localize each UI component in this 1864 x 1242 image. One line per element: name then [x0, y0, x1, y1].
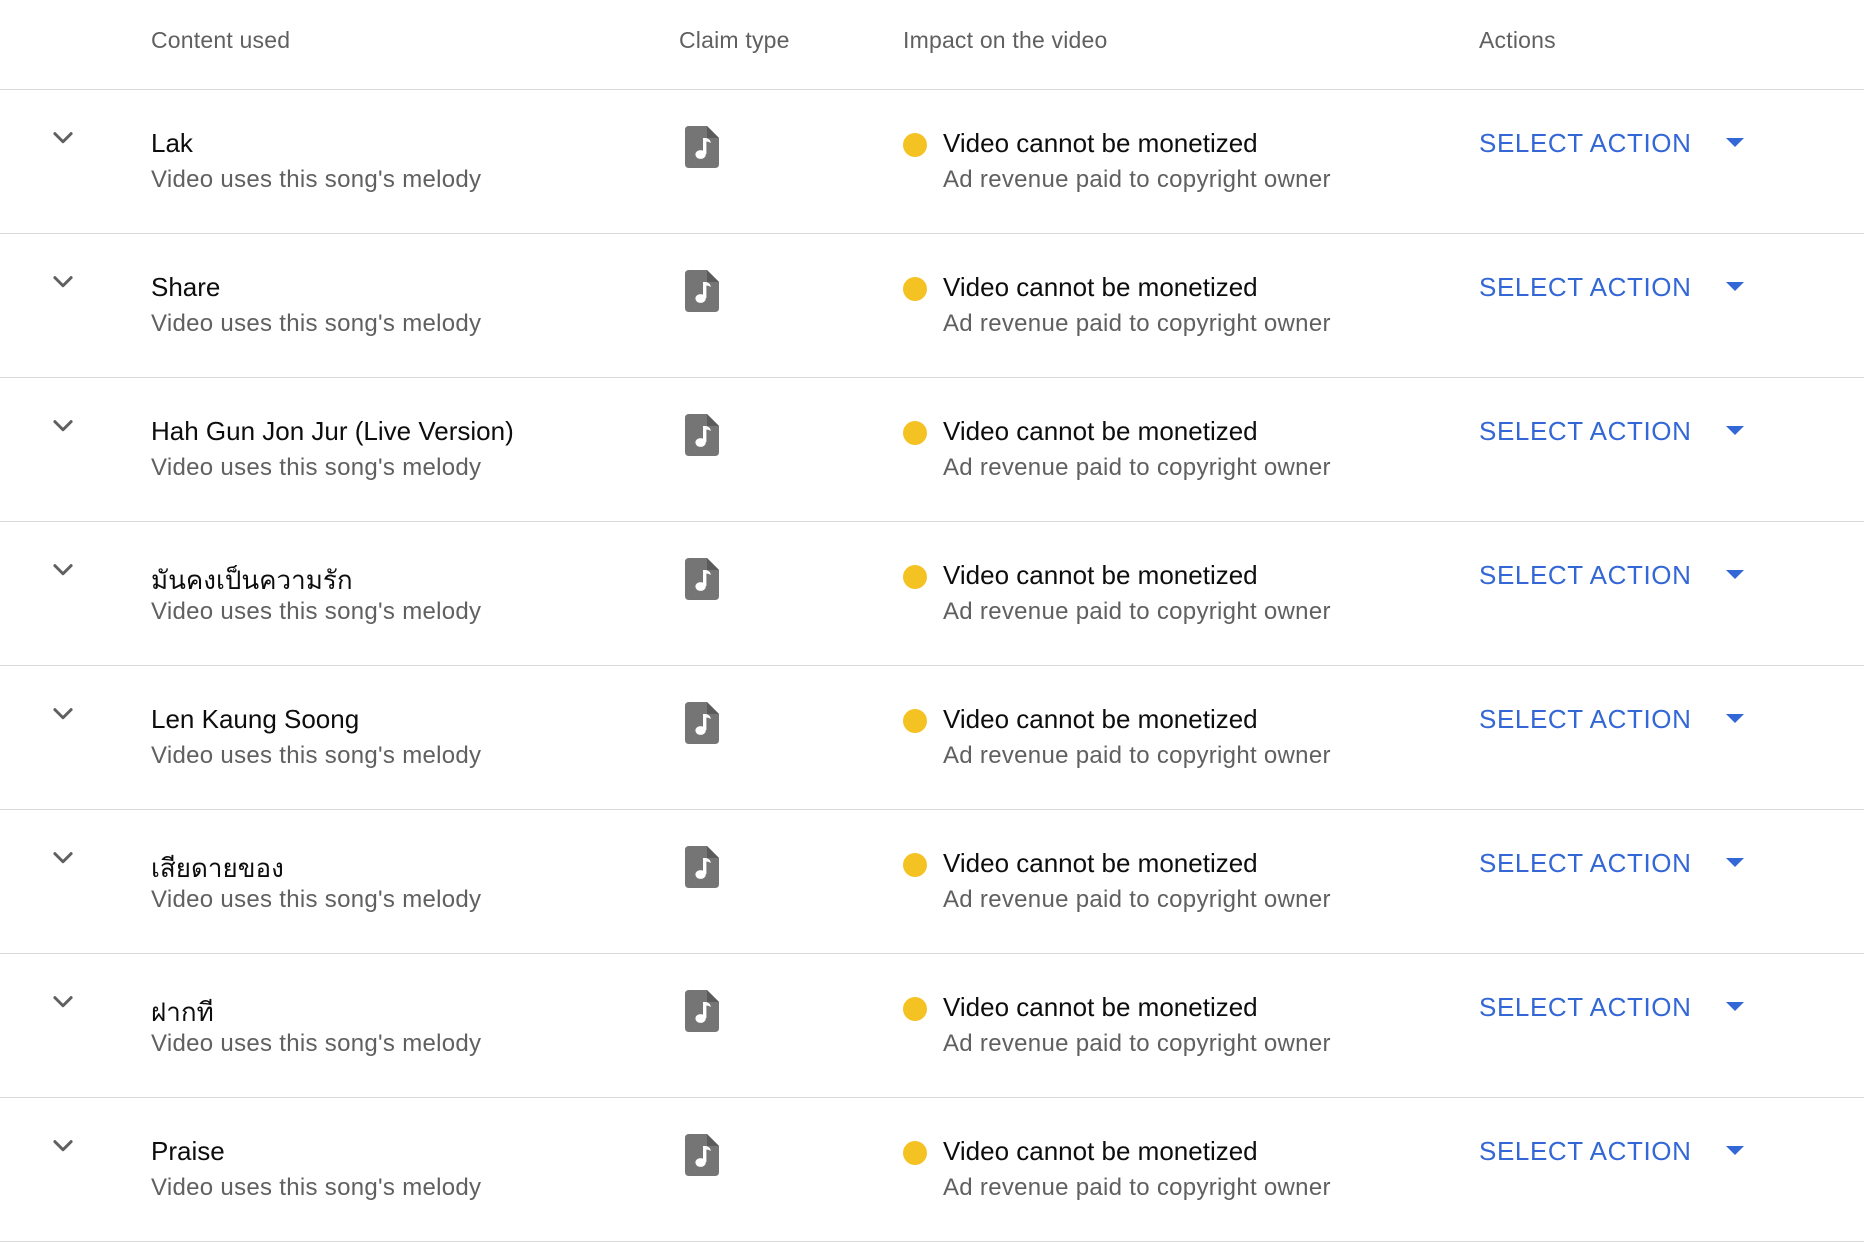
- song-title: Hah Gun Jon Jur (Live Version): [151, 416, 514, 446]
- impact-detail: Ad revenue paid to copyright owner: [943, 598, 1331, 625]
- impact-detail: Ad revenue paid to copyright owner: [943, 1174, 1331, 1201]
- caret-down-icon: [1725, 426, 1744, 435]
- chevron-down-icon[interactable]: [48, 411, 78, 441]
- song-title: มันคงเป็นความรัก: [151, 565, 353, 595]
- table-header: Content used Claim type Impact on the vi…: [0, 0, 1864, 90]
- music-file-icon: [685, 270, 719, 312]
- impact-detail: Ad revenue paid to copyright owner: [943, 742, 1331, 769]
- caret-down-icon: [1725, 138, 1744, 147]
- music-file-icon: [685, 990, 719, 1032]
- song-title: Praise: [151, 1136, 225, 1166]
- song-title: Lak: [151, 128, 193, 158]
- caret-down-icon: [1725, 858, 1744, 867]
- chevron-down-icon[interactable]: [48, 123, 78, 153]
- table-body: Lak Video uses this song's melody Video …: [0, 90, 1864, 1242]
- claims-table: Content used Claim type Impact on the vi…: [0, 0, 1864, 1242]
- status-dot: [903, 421, 927, 445]
- table-row: เสียดายของ Video uses this song's melody…: [0, 810, 1864, 954]
- impact-detail: Ad revenue paid to copyright owner: [943, 454, 1331, 481]
- select-action-button[interactable]: SELECT ACTION: [1479, 840, 1746, 886]
- column-header-content-used: Content used: [151, 27, 291, 53]
- chevron-down-icon[interactable]: [48, 1131, 78, 1161]
- select-action-label: SELECT ACTION: [1479, 703, 1692, 734]
- impact-status: Video cannot be monetized: [943, 128, 1258, 158]
- impact-status: Video cannot be monetized: [943, 272, 1258, 302]
- chevron-down-icon[interactable]: [48, 987, 78, 1017]
- music-file-icon: [685, 126, 719, 168]
- chevron-down-icon[interactable]: [48, 555, 78, 585]
- select-action-button[interactable]: SELECT ACTION: [1479, 1128, 1746, 1174]
- impact-status: Video cannot be monetized: [943, 1136, 1258, 1166]
- table-row: ฝากที Video uses this song's melody Vide…: [0, 954, 1864, 1098]
- music-file-icon: [685, 558, 719, 600]
- table-row: มันคงเป็นความรัก Video uses this song's …: [0, 522, 1864, 666]
- song-usage: Video uses this song's melody: [151, 310, 482, 337]
- table-row: Praise Video uses this song's melody Vid…: [0, 1098, 1864, 1242]
- column-header-claim-type: Claim type: [679, 27, 790, 53]
- column-header-actions: Actions: [1479, 27, 1556, 53]
- select-action-label: SELECT ACTION: [1479, 415, 1692, 446]
- caret-down-icon: [1725, 1146, 1744, 1155]
- select-action-label: SELECT ACTION: [1479, 847, 1692, 878]
- impact-detail: Ad revenue paid to copyright owner: [943, 310, 1331, 337]
- song-usage: Video uses this song's melody: [151, 166, 482, 193]
- song-title: เสียดายของ: [151, 853, 284, 883]
- impact-status: Video cannot be monetized: [943, 992, 1258, 1022]
- caret-down-icon: [1725, 282, 1744, 291]
- table-row: Hah Gun Jon Jur (Live Version) Video use…: [0, 378, 1864, 522]
- status-dot: [903, 565, 927, 589]
- song-usage: Video uses this song's melody: [151, 742, 482, 769]
- chevron-down-icon[interactable]: [48, 843, 78, 873]
- impact-detail: Ad revenue paid to copyright owner: [943, 1030, 1331, 1057]
- select-action-label: SELECT ACTION: [1479, 127, 1692, 158]
- chevron-down-icon[interactable]: [48, 699, 78, 729]
- caret-down-icon: [1725, 1002, 1744, 1011]
- status-dot: [903, 853, 927, 877]
- select-action-button[interactable]: SELECT ACTION: [1479, 696, 1746, 742]
- impact-status: Video cannot be monetized: [943, 704, 1258, 734]
- music-file-icon: [685, 846, 719, 888]
- column-header-impact: Impact on the video: [903, 27, 1108, 53]
- song-title: ฝากที: [151, 997, 214, 1027]
- caret-down-icon: [1725, 570, 1744, 579]
- song-usage: Video uses this song's melody: [151, 886, 482, 913]
- impact-detail: Ad revenue paid to copyright owner: [943, 886, 1331, 913]
- status-dot: [903, 997, 927, 1021]
- select-action-button[interactable]: SELECT ACTION: [1479, 984, 1746, 1030]
- impact-status: Video cannot be monetized: [943, 416, 1258, 446]
- select-action-label: SELECT ACTION: [1479, 559, 1692, 590]
- chevron-down-icon[interactable]: [48, 267, 78, 297]
- song-title: Len Kaung Soong: [151, 704, 360, 734]
- song-title: Share: [151, 272, 221, 302]
- impact-detail: Ad revenue paid to copyright owner: [943, 166, 1331, 193]
- select-action-label: SELECT ACTION: [1479, 991, 1692, 1022]
- select-action-label: SELECT ACTION: [1479, 1135, 1692, 1166]
- status-dot: [903, 1141, 927, 1165]
- caret-down-icon: [1725, 714, 1744, 723]
- music-file-icon: [685, 702, 719, 744]
- table-row: Len Kaung Soong Video uses this song's m…: [0, 666, 1864, 810]
- status-dot: [903, 709, 927, 733]
- song-usage: Video uses this song's melody: [151, 1030, 482, 1057]
- select-action-label: SELECT ACTION: [1479, 271, 1692, 302]
- table-row: Lak Video uses this song's melody Video …: [0, 90, 1864, 234]
- select-action-button[interactable]: SELECT ACTION: [1479, 120, 1746, 166]
- table-row: Share Video uses this song's melody Vide…: [0, 234, 1864, 378]
- music-file-icon: [685, 414, 719, 456]
- music-file-icon: [685, 1134, 719, 1176]
- impact-status: Video cannot be monetized: [943, 848, 1258, 878]
- status-dot: [903, 133, 927, 157]
- select-action-button[interactable]: SELECT ACTION: [1479, 264, 1746, 310]
- song-usage: Video uses this song's melody: [151, 454, 482, 481]
- select-action-button[interactable]: SELECT ACTION: [1479, 552, 1746, 598]
- song-usage: Video uses this song's melody: [151, 1174, 482, 1201]
- status-dot: [903, 277, 927, 301]
- impact-status: Video cannot be monetized: [943, 560, 1258, 590]
- song-usage: Video uses this song's melody: [151, 598, 482, 625]
- select-action-button[interactable]: SELECT ACTION: [1479, 408, 1746, 454]
